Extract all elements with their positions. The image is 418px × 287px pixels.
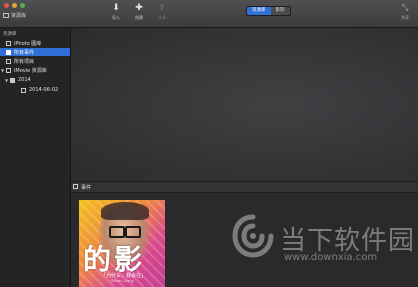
watermark-url: www.downxia.com [284, 252, 378, 263]
window-controls [4, 3, 25, 8]
sidebar: 资源库 iPhoto 图库 所有事件 所有项目 ▼ iMovie 资源库 ▼ 2… [0, 28, 71, 287]
sidebar-item-label: 所有项目 [14, 58, 35, 65]
create-button[interactable]: ✚ 创建 [130, 3, 148, 21]
view-toggle: 资源库 影院 [246, 6, 291, 16]
tab-theater[interactable]: 影院 [270, 7, 290, 15]
film-icon [6, 58, 11, 64]
tab-library[interactable]: 资源库 [247, 7, 271, 15]
sidebar-item-all-projects[interactable]: 所有项目 [0, 57, 70, 65]
share-button[interactable]: ⇪ 共享 [153, 3, 171, 21]
share-label: 共享 [158, 15, 166, 20]
library-list-icon [3, 13, 9, 18]
glasses-right [125, 226, 141, 238]
library-icon [6, 67, 11, 73]
sidebar-item-label: 所有事件 [14, 49, 35, 56]
library-label: 资源库 [11, 13, 27, 19]
share-icon: ⇪ [158, 3, 166, 13]
sidebar-item-label: 2014-06-02 [29, 87, 59, 93]
adjust-icon[interactable]: ⤡ [402, 3, 408, 13]
thumbnail-credit: · Ethan Cheng · [109, 279, 136, 283]
glasses-left [109, 226, 125, 238]
events-label: 事件 [81, 185, 92, 191]
sidebar-item-label: 2014 [18, 77, 31, 83]
library-toggle[interactable]: 资源库 [3, 12, 26, 19]
import-label: 导入 [112, 15, 120, 20]
sidebar-item-imovie-library[interactable]: ▼ iMovie 资源库 [0, 66, 70, 74]
thumbnail-subtitle: 「为什么，我会在」 [101, 273, 147, 279]
events-header: 事件 [71, 181, 418, 193]
minimize-button[interactable] [12, 3, 17, 8]
create-label: 创建 [135, 15, 143, 20]
download-arrow-icon: ⬇ [112, 3, 120, 13]
photos-icon [6, 40, 11, 46]
thumbnail-hair [101, 202, 149, 220]
plus-icon: ✚ [135, 3, 143, 13]
sidebar-item-iphoto-library[interactable]: iPhoto 图库 [0, 39, 70, 47]
close-button[interactable] [4, 3, 9, 8]
sidebar-item-2014[interactable]: ▼ 2014 [0, 76, 70, 84]
right-toolbar-label: 共享 [401, 15, 409, 20]
sidebar-header: 资源库 [3, 32, 17, 37]
watermark-logo-icon [232, 214, 274, 258]
toolbar: 资源库 ⬇ 导入 ✚ 创建 ⇪ 共享 资源库 影院 ⤡ 共享 [0, 0, 418, 28]
sidebar-item-all-events[interactable]: 所有事件 [0, 48, 70, 56]
zoom-button[interactable] [20, 3, 25, 8]
import-button[interactable]: ⬇ 导入 [107, 3, 125, 21]
viewer[interactable] [71, 28, 418, 181]
star-film-icon [6, 49, 11, 55]
clip-thumbnail[interactable]: 的影 「为什么，我会在」 · Ethan Cheng · [79, 200, 165, 287]
sidebar-item-label: iPhoto 图库 [14, 40, 42, 47]
event-star-icon [21, 87, 26, 93]
events-icon [73, 184, 78, 189]
imovie-window: 资源库 ⬇ 导入 ✚ 创建 ⇪ 共享 资源库 影院 ⤡ 共享 资源库 iPhot… [0, 0, 418, 287]
sidebar-item-event-date[interactable]: 2014-06-02 [0, 86, 70, 94]
sidebar-item-label: iMovie 资源库 [14, 67, 47, 74]
folder-icon [10, 77, 15, 83]
